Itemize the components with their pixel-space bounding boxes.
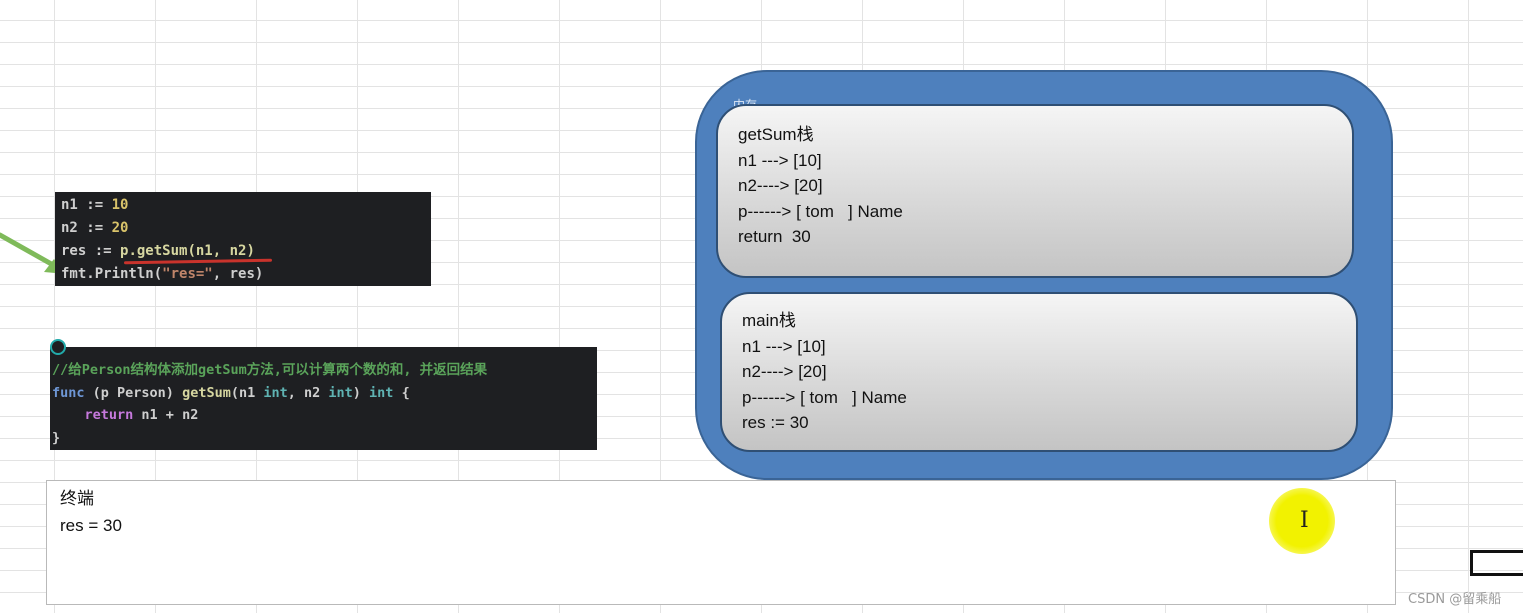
stack-var: p------> [ tom ] Name [742,387,907,407]
code-line-n2: n2 := 20 [61,220,129,236]
stack-var: n1 ---> [10] [738,150,822,170]
watermark: CSDN @留乘船 [1408,592,1502,607]
code-return: return n1 + n2 [84,407,199,423]
stack-var: return 30 [738,227,811,246]
text-cursor-icon: I [1300,508,1309,533]
terminal-title: 终端 [60,489,94,508]
stack-frame-title: main栈 [742,311,796,330]
stack-frame-title: getSum栈 [738,125,814,144]
stack-frame-getsum: getSum栈 n1 ---> [10] n2----> [20] p-----… [716,104,1354,278]
selected-cell[interactable] [1470,550,1523,576]
code-snippet-call: n1 := 10 n2 := 20 res := p.getSum(n1, n2… [55,192,431,286]
terminal-output: res = 30 [60,516,122,535]
stack-var: res := 30 [742,413,809,432]
circle-marker-icon [50,339,66,355]
code-line-println: fmt.Println("res=", res) [61,266,264,282]
code-comment: //给Person结构体添加getSum方法,可以计算两个数的和, 并返回结果 [52,362,488,378]
stack-frame-main: main栈 n1 ---> [10] n2----> [20] p------>… [720,292,1358,452]
code-line-n1: n1 := 10 [61,197,129,213]
stack-var: n1 ---> [10] [742,336,826,356]
code-closing-brace: } [52,429,61,446]
code-func-signature: func (p Person) getSum(n1 int, n2 int) i… [52,384,410,401]
terminal-box: 终端 res = 30 [46,480,1396,605]
stack-var: n2----> [20] [742,362,827,381]
stack-var: n2----> [20] [738,176,823,195]
code-snippet-method: //给Person结构体添加getSum方法,可以计算两个数的和, 并返回结果 … [50,347,597,450]
stack-var: p------> [ tom ] Name [738,201,903,221]
